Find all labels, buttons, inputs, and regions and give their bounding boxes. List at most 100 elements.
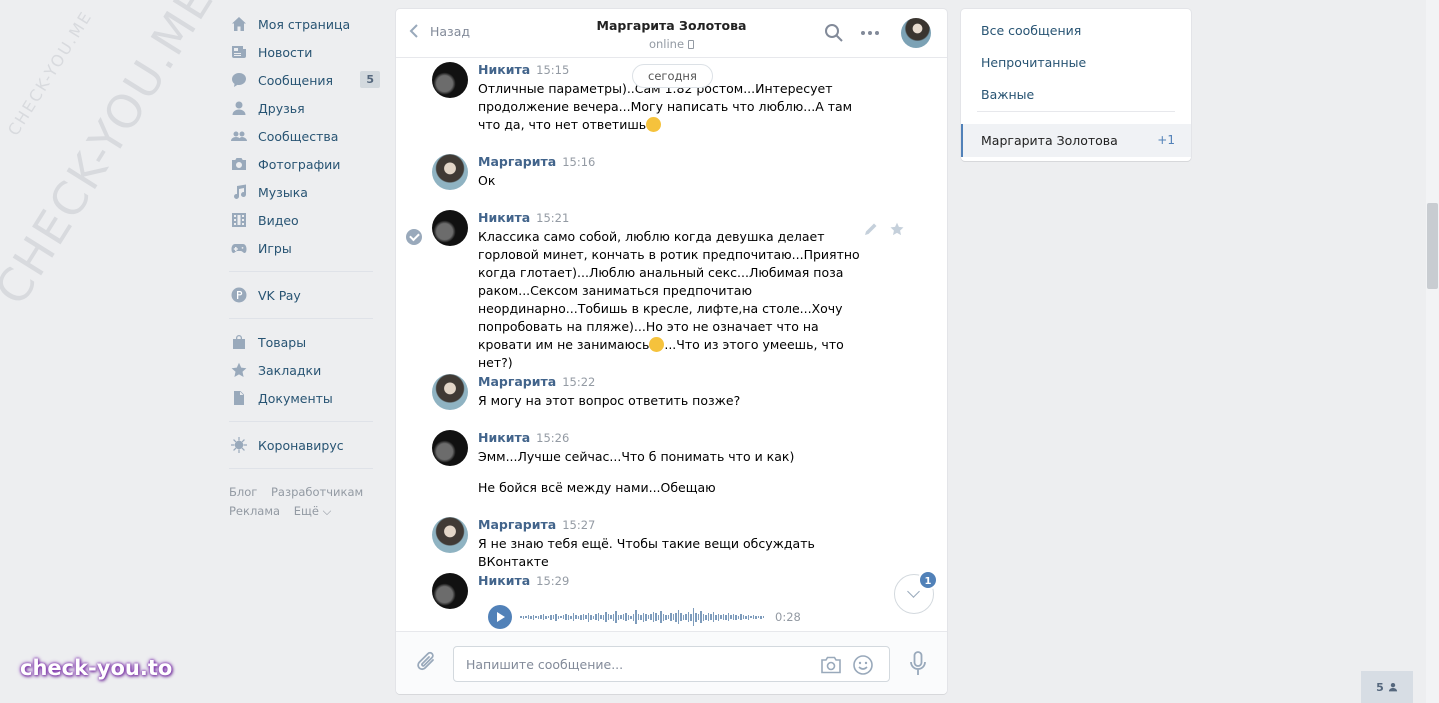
message[interactable]: Никита 15:26 Эмм...Лучше сейчас...Что б п…	[432, 430, 892, 500]
page-scrollbar-thumb[interactable]	[1427, 203, 1438, 289]
nav-item-market[interactable]: Товары	[229, 328, 381, 356]
waveform-bar	[690, 613, 692, 621]
nav-item-friends[interactable]: Друзья	[229, 94, 381, 122]
watermark-small: CHECK-YOU.ME	[3, 7, 96, 140]
avatar[interactable]	[432, 430, 468, 466]
camera-icon[interactable]	[820, 656, 842, 677]
nav-divider	[229, 318, 373, 319]
waveform-bar	[742, 615, 744, 619]
nav-item-news[interactable]: Новости	[229, 38, 381, 66]
message-author: Никита 15:21	[478, 210, 570, 225]
waveform-bar	[575, 615, 577, 619]
waveform-bar	[597, 613, 599, 621]
message-time[interactable]: 15:15	[536, 63, 569, 77]
message-author: Маргарита 15:16	[478, 154, 596, 169]
paperclip-icon[interactable]	[416, 650, 438, 677]
chat-partner-avatar[interactable]	[901, 18, 931, 48]
message[interactable]: Маргарита 15:22 Я могу на этот вопрос отв…	[432, 374, 892, 414]
avatar[interactable]	[432, 210, 468, 246]
page-scrollbar[interactable]	[1426, 0, 1439, 703]
message-time[interactable]: 15:21	[536, 211, 569, 225]
nav-item-music[interactable]: Музыка	[229, 178, 381, 206]
nav-divider	[229, 468, 373, 469]
active-conversation[interactable]: Маргарита Золотова +1	[961, 124, 1191, 157]
footer-link-blog[interactable]: Блог	[229, 485, 257, 499]
play-icon[interactable]	[488, 605, 512, 629]
message-time[interactable]: 15:26	[536, 431, 569, 445]
waveform-bar	[570, 615, 572, 619]
microphone-icon[interactable]	[909, 651, 927, 680]
watermark-badge: check-you.to	[20, 656, 173, 680]
message-time[interactable]: 15:22	[562, 375, 595, 389]
nav-item-my-page[interactable]: Моя страница	[229, 10, 381, 38]
chat-title-name[interactable]: Маргарита Золотова	[597, 18, 747, 33]
nav-item-groups[interactable]: Сообщества	[229, 122, 381, 150]
filter-important[interactable]: Важные	[981, 87, 1034, 102]
nav-label: Друзья	[258, 100, 305, 116]
message-text: Эмм...Лучше сейчас...Что б понимать что …	[478, 449, 795, 464]
message-time[interactable]: 15:29	[536, 574, 569, 588]
online-status-text: online	[648, 37, 685, 51]
voice-waveform[interactable]	[520, 605, 765, 629]
divider	[977, 111, 1175, 112]
waveform-bar	[632, 613, 634, 621]
waveform-bar	[707, 613, 709, 621]
person-icon	[1388, 682, 1397, 692]
waveform-bar	[720, 615, 722, 619]
waveform-bar	[740, 614, 742, 620]
message-history[interactable]: сегодня Никита 15:15 Отличные параметры).…	[396, 59, 947, 631]
vkpay-icon	[231, 287, 247, 303]
waveform-bar	[577, 615, 579, 619]
video-icon	[231, 212, 247, 228]
waveform-bar	[657, 614, 659, 620]
star-icon[interactable]	[890, 222, 904, 239]
waveform-bar	[630, 615, 632, 619]
avatar[interactable]	[432, 517, 468, 553]
avatar[interactable]	[432, 573, 468, 609]
waveform-bar	[637, 614, 639, 620]
filter-all-messages[interactable]: Все сообщения	[981, 23, 1081, 38]
message-author: Никита 15:15	[478, 62, 570, 77]
message[interactable]: Маргарита 15:27 Я не знаю тебя ещё. Чтобы…	[432, 517, 892, 569]
waveform-bar	[585, 615, 587, 619]
nav-item-video[interactable]: Видео	[229, 206, 381, 234]
avatar[interactable]	[432, 62, 468, 98]
more-icon[interactable]	[860, 23, 880, 46]
message[interactable]: Маргарита 15:16 Ок	[432, 154, 892, 194]
footer-link-developers[interactable]: Разработчикам	[271, 485, 363, 499]
friends-icon	[231, 100, 247, 116]
nav-item-vkpay[interactable]: VK Pay	[229, 281, 381, 309]
filter-unread[interactable]: Непрочитанные	[981, 55, 1086, 70]
nav-item-bookmarks[interactable]: Закладки	[229, 356, 381, 384]
waveform-bar	[615, 611, 617, 623]
message-selected-check-icon[interactable]	[406, 229, 422, 245]
friends-online-button[interactable]: 5	[1361, 671, 1413, 703]
nav-item-photos[interactable]: Фотографии	[229, 150, 381, 178]
waveform-bar	[705, 614, 707, 620]
nav-item-coronavirus[interactable]: Коронавирус	[229, 431, 381, 459]
search-icon[interactable]	[824, 23, 844, 46]
footer-link-more[interactable]: Ещё ⌵	[294, 504, 332, 518]
message-time[interactable]: 15:27	[562, 518, 595, 532]
waveform-bar	[592, 615, 594, 619]
message-text: Отличные параметры)..Сам 1.82 ростом...И…	[478, 80, 878, 134]
waveform-bar	[532, 614, 534, 620]
message[interactable]: Никита 15:21 Классика само собой, люблю к…	[432, 210, 892, 370]
waveform-bar	[595, 614, 597, 620]
waveform-bar	[660, 611, 662, 623]
music-icon	[231, 184, 247, 200]
nav-item-messages[interactable]: Сообщения 5	[229, 66, 381, 94]
games-icon	[231, 240, 247, 256]
chat-panel: Назад Маргарита Золотова online сегодня …	[396, 9, 947, 694]
message-time[interactable]: 15:16	[562, 155, 595, 169]
waveform-bar	[610, 615, 612, 619]
footer-link-ads[interactable]: Реклама	[229, 504, 280, 518]
avatar[interactable]	[432, 154, 468, 190]
smile-icon[interactable]	[852, 654, 874, 679]
waveform-bar	[645, 613, 647, 621]
waveform-bar	[542, 614, 544, 620]
nav-item-documents[interactable]: Документы	[229, 384, 381, 412]
waveform-bar	[675, 612, 677, 622]
nav-item-games[interactable]: Игры	[229, 234, 381, 262]
avatar[interactable]	[432, 374, 468, 410]
